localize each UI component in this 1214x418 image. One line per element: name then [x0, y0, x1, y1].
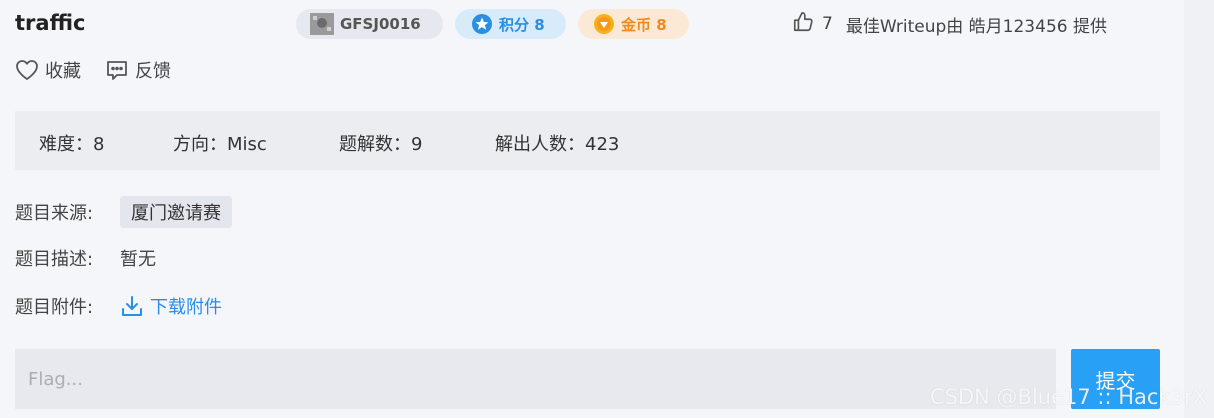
solvers-stat: 解出人数：423 [495, 134, 620, 155]
download-label: 下载附件 [150, 297, 222, 318]
writeup-info: 7 最佳Writeup由 皓月123456 提供 [792, 10, 1107, 38]
challenge-id-text: GFSJ0016 [340, 15, 421, 33]
difficulty-stat: 难度：8 [39, 134, 105, 155]
download-icon [122, 296, 142, 316]
feedback-icon [107, 61, 127, 80]
description-label: 题目描述: [15, 249, 94, 270]
coin-icon [593, 13, 615, 35]
gold-badge: 金币 8 [578, 9, 689, 39]
challenge-actions: 收藏 反馈 [15, 57, 171, 83]
score-badge-text: 积分 8 [499, 15, 545, 34]
attachment-label: 题目附件: [15, 297, 94, 318]
thumbs-up-icon[interactable] [792, 11, 814, 38]
favorite-label: 收藏 [45, 61, 81, 82]
favorite-button[interactable]: 收藏 [15, 57, 81, 83]
writeup-text[interactable]: 最佳Writeup由 皓月123456 提供 [846, 12, 1107, 37]
description-row: 题目描述: 暂无 [15, 245, 156, 271]
solutions-stat: 题解数：9 [339, 134, 423, 155]
download-attachment-link[interactable]: 下载附件 [120, 293, 222, 319]
feedback-button[interactable]: 反馈 [105, 57, 171, 83]
source-label: 题目来源: [15, 203, 94, 224]
direction-stat: 方向：Misc [173, 134, 267, 155]
challenge-id-badge: GFSJ0016 [296, 9, 443, 39]
heart-icon [16, 60, 38, 80]
feedback-label: 反馈 [135, 61, 171, 82]
attachment-row: 题目附件: 下载附件 [15, 293, 222, 319]
like-count: 7 [822, 14, 833, 34]
description-value: 暂无 [120, 249, 156, 270]
avatar-icon [310, 13, 334, 35]
submit-button[interactable]: 提交 [1071, 349, 1160, 409]
flag-input[interactable] [15, 349, 1056, 409]
score-badge: 积分 8 [455, 9, 566, 39]
source-tag[interactable]: 厦门邀请赛 [120, 196, 232, 228]
stats-bar: 难度：8 方向：Misc 题解数：9 解出人数：423 [15, 111, 1160, 170]
page-scrollbar[interactable] [1184, 0, 1214, 418]
challenge-title: traffic [15, 11, 86, 35]
source-row: 题目来源: 厦门邀请赛 [15, 196, 232, 228]
star-icon [471, 13, 493, 35]
gold-badge-text: 金币 8 [621, 15, 667, 34]
